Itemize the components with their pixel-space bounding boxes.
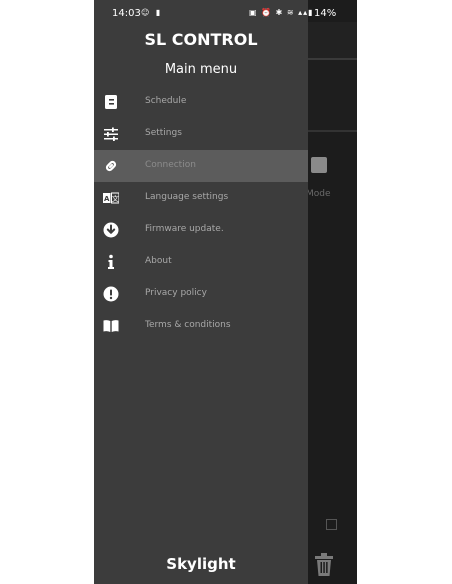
download-icon bbox=[103, 222, 119, 238]
menu-item-settings[interactable]: Settings bbox=[94, 118, 308, 150]
menu-item-label: Connection bbox=[145, 160, 196, 170]
svg-text:文: 文 bbox=[112, 194, 119, 203]
link-icon bbox=[105, 160, 117, 172]
mode-label: Mode bbox=[306, 189, 331, 199]
status-bar: 14:03 ☺ ▮ ▣ ⏰ ✱ ≋ ▴▴▮ 14% bbox=[94, 0, 357, 24]
info-icon bbox=[108, 254, 114, 269]
menu-item-label: Language settings bbox=[145, 192, 229, 202]
menu-item-label: About bbox=[145, 256, 172, 266]
menu-item-firmware-update[interactable]: Firmware update. bbox=[94, 214, 308, 246]
trash-icon[interactable] bbox=[313, 553, 335, 577]
menu-item-about[interactable]: About bbox=[94, 246, 308, 278]
alert-icon bbox=[103, 286, 119, 302]
calendar-icon bbox=[105, 95, 117, 109]
svg-text:A: A bbox=[104, 195, 110, 203]
app-title: SL CONTROL bbox=[144, 30, 258, 49]
menu-item-schedule[interactable]: Schedule bbox=[94, 86, 308, 118]
main-menu: Schedule Settings Connection A 文 Languag… bbox=[94, 86, 308, 342]
book-icon bbox=[103, 320, 119, 332]
system-status-icons: ▣ ⏰ ✱ ≋ ▴▴▮ bbox=[249, 8, 314, 17]
select-checkbox[interactable] bbox=[326, 519, 337, 530]
menu-item-label: Terms & conditions bbox=[145, 320, 231, 330]
menu-item-label: Firmware update. bbox=[145, 224, 224, 234]
sliders-icon bbox=[104, 127, 118, 141]
menu-item-privacy-policy[interactable]: Privacy policy bbox=[94, 278, 308, 310]
navigation-drawer: SL CONTROL Main menu Schedule Settings C… bbox=[94, 0, 308, 584]
menu-item-label: Schedule bbox=[145, 96, 187, 106]
translate-icon: A 文 bbox=[103, 192, 119, 204]
menu-item-terms-conditions[interactable]: Terms & conditions bbox=[94, 310, 308, 342]
menu-item-language-settings[interactable]: A 文 Language settings bbox=[94, 182, 308, 214]
menu-item-label: Settings bbox=[145, 128, 182, 138]
menu-item-label: Privacy policy bbox=[145, 288, 207, 298]
brand-footer: Skylight bbox=[166, 555, 236, 573]
mode-checkbox[interactable] bbox=[311, 157, 327, 173]
menu-heading: Main menu bbox=[164, 62, 238, 77]
status-time: 14:03 bbox=[112, 8, 141, 19]
menu-item-connection[interactable]: Connection bbox=[94, 150, 308, 182]
phone-screen: 14:03 ☺ ▮ ▣ ⏰ ✱ ≋ ▴▴▮ 14% Mode SL CONTRO… bbox=[94, 0, 357, 584]
battery-level: 14% bbox=[314, 8, 337, 19]
notification-icons: ☺ ▮ bbox=[141, 8, 163, 17]
